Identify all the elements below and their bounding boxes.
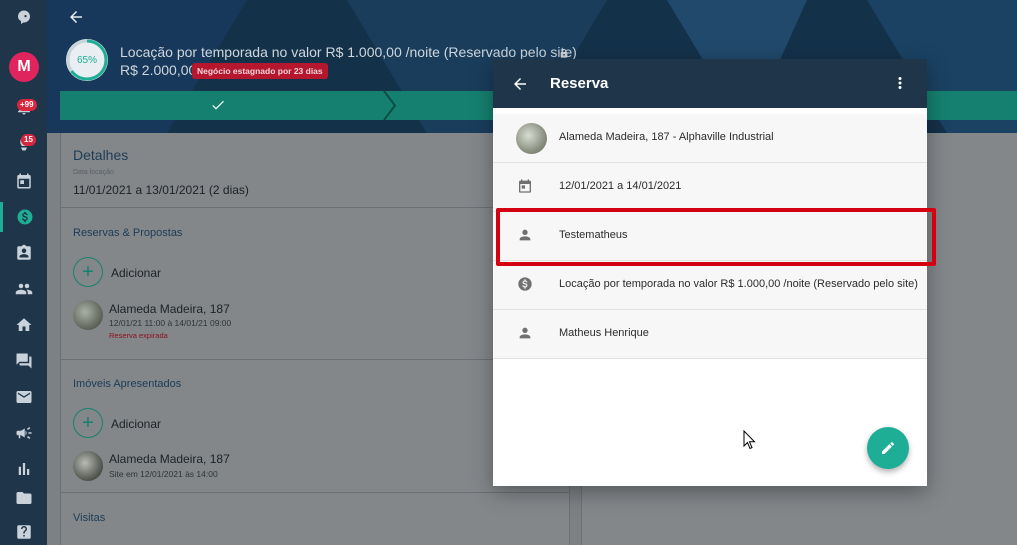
chart-icon[interactable] [0, 454, 47, 484]
row-text: Alameda Madeira, 187 - Alphaville Indust… [559, 131, 774, 143]
pipeline-stage-divider [383, 91, 397, 120]
highlight-box [496, 208, 936, 266]
avatar[interactable]: M [9, 52, 39, 82]
dialog-title: Reserva [550, 75, 609, 92]
imovel-item-sub: Site em 12/01/2021 às 14:00 [109, 469, 218, 479]
rental-date-range: 11/01/2021 a 13/01/2021 (2 dias) [73, 183, 249, 197]
notifications-badge: +99 [17, 99, 37, 111]
reserva-row-agent[interactable]: Matheus Henrique [493, 310, 927, 359]
property-thumbnail [73, 451, 103, 481]
panel-title: Detalhes [73, 147, 129, 163]
logo-icon[interactable] [0, 3, 47, 33]
edit-button[interactable] [867, 427, 909, 469]
reserva-dialog: Reserva Alameda Madeira, 187 - Alphavill… [493, 59, 927, 486]
mouse-cursor-icon [743, 430, 756, 450]
megaphone-icon[interactable] [0, 418, 47, 448]
mail-icon[interactable] [0, 382, 47, 412]
more-vert-icon[interactable] [891, 74, 909, 97]
section-title-visitas: Visitas [73, 512, 106, 524]
add-reserva-button[interactable]: + [73, 257, 103, 287]
home-icon[interactable] [0, 310, 47, 340]
add-imovel-button[interactable]: + [73, 408, 103, 438]
reserva-row-property[interactable]: Alameda Madeira, 187 - Alphaville Indust… [493, 114, 927, 163]
progress-label: 65% [76, 54, 97, 66]
reserva-item-title[interactable]: Alameda Madeira, 187 [109, 302, 230, 316]
property-thumbnail [73, 300, 103, 330]
row-text: 12/01/2021 a 14/01/2021 [559, 180, 682, 192]
divider [61, 492, 569, 493]
stagnant-badge: Negócio estagnado por 23 dias [192, 63, 328, 79]
calendar-icon[interactable] [0, 166, 47, 196]
activity-badge: 15 [21, 134, 36, 146]
back-arrow-icon[interactable] [511, 75, 529, 98]
money-icon[interactable] [0, 202, 47, 232]
row-text: Locação por temporada no valor R$ 1.000,… [559, 278, 918, 290]
section-title-imoveis: Imóveis Apresentados [73, 378, 182, 390]
folder-icon[interactable] [0, 490, 47, 506]
check-icon [210, 97, 226, 118]
help-icon[interactable] [0, 518, 47, 545]
section-title-reservas: Reservas & Propostas [73, 227, 183, 239]
chat-icon[interactable] [0, 346, 47, 376]
back-arrow-icon[interactable] [67, 8, 85, 31]
add-reserva-label[interactable]: Adicionar [111, 266, 161, 280]
person-icon [517, 325, 535, 343]
row-text: Matheus Henrique [559, 327, 649, 339]
pencil-icon [882, 442, 894, 454]
contact-icon[interactable] [0, 238, 47, 268]
dialog-header: Reserva [493, 59, 927, 108]
progress-indicator: 65% [66, 39, 108, 81]
reserva-row-deal[interactable]: Locação por temporada no valor R$ 1.000,… [493, 261, 927, 310]
add-imovel-label[interactable]: Adicionar [111, 417, 161, 431]
people-icon[interactable] [0, 274, 47, 304]
reserva-item-dates: 12/01/21 11:00 à 14/01/21 09:00 [109, 318, 232, 328]
deal-value: R$ 2.000,00 [120, 62, 197, 78]
sidebar: M +99 15 [0, 0, 47, 545]
deal-title: Locação por temporada no valor R$ 1.000,… [120, 44, 577, 60]
property-thumbnail [516, 123, 547, 154]
reserva-row-dates[interactable]: 12/01/2021 a 14/01/2021 [493, 163, 927, 212]
faded-label: Data locação [73, 169, 114, 176]
calendar-icon [517, 178, 535, 196]
reserva-status: Reserva expirada [109, 331, 168, 340]
money-icon [517, 276, 535, 294]
imovel-item-title[interactable]: Alameda Madeira, 187 [109, 452, 230, 466]
